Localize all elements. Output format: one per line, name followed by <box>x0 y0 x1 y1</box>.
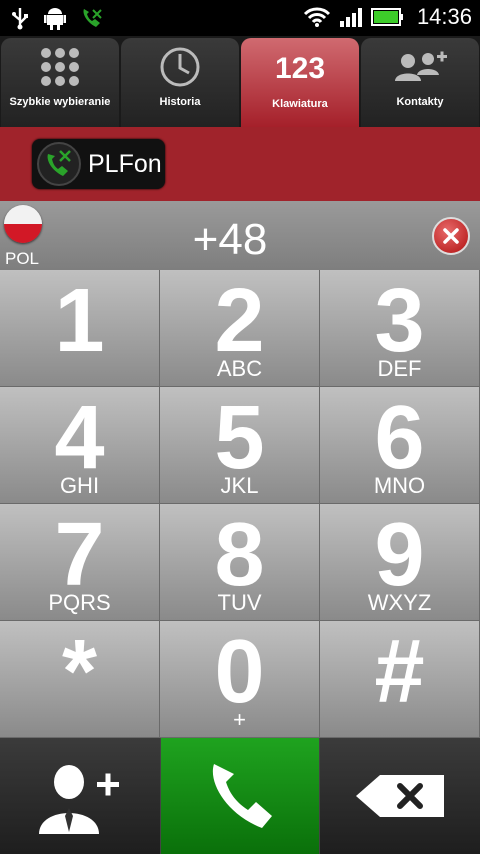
tab-label: Historia <box>159 96 201 108</box>
key-letters: TUV <box>217 590 262 615</box>
key-letters: DEF <box>377 356 422 381</box>
key-digit: 9 <box>374 505 425 605</box>
tab-label: Szybkie wybieranie <box>9 96 111 108</box>
status-bar: 14:36 <box>0 0 480 36</box>
tab-contacts[interactable]: Kontakty <box>361 38 479 127</box>
clock-icon <box>160 47 200 87</box>
key-digit: 2 <box>214 271 265 371</box>
key-letters: + <box>233 707 246 732</box>
battery-icon <box>370 8 403 26</box>
key-star[interactable]: * <box>0 621 160 738</box>
android-debug-icon <box>44 8 66 30</box>
signal-icon <box>339 8 362 27</box>
key-0[interactable]: 0 + <box>160 621 320 738</box>
add-contact-icon <box>39 765 119 834</box>
key-digit: 7 <box>54 505 105 605</box>
keypad: 1 2 ABC 3 DEF 4 GHI 5 JKL 6 MNO 7 PQRS 8 TUV 9W… <box>0 270 480 738</box>
keypad-tab-icon: 123 <box>274 52 326 85</box>
key-9[interactable]: 9 WXYZ <box>320 504 480 621</box>
backspace-button[interactable] <box>320 738 480 854</box>
key-4[interactable]: 4 GHI <box>0 387 160 504</box>
key-5[interactable]: 5 JKL <box>160 387 320 504</box>
tab-speed-dial[interactable]: Szybkie wybieranie <box>1 38 119 127</box>
plfon-logo: PLFon <box>32 139 165 189</box>
key-hash[interactable]: # <box>320 621 480 738</box>
phone-status-icon <box>83 9 102 27</box>
key-digit: 6 <box>374 388 425 488</box>
action-bar <box>0 738 480 854</box>
phone-icon <box>212 764 272 828</box>
key-letters: ABC <box>216 356 263 381</box>
key-digit: 1 <box>54 271 105 371</box>
key-7[interactable]: 7 PQRS <box>0 504 160 621</box>
contacts-icon <box>395 51 447 81</box>
call-button[interactable] <box>160 738 320 854</box>
clear-number-button[interactable] <box>432 217 470 255</box>
key-letters: JKL <box>220 473 259 498</box>
grid-icon <box>41 48 79 86</box>
brand-label: PLFon <box>88 149 162 178</box>
key-digit: 4 <box>54 388 105 488</box>
tab-label: Klawiatura <box>272 98 328 110</box>
key-digit: 5 <box>214 388 265 488</box>
tab-bar: Szybkie wybieranie Historia 123 Klawiatu… <box>0 36 480 127</box>
backspace-icon <box>356 775 444 817</box>
key-1[interactable]: 1 <box>0 270 160 387</box>
dialed-number: +48 <box>192 215 268 264</box>
tab-keypad[interactable]: 123 Klawiatura <box>241 38 359 127</box>
plfon-phone-icon <box>37 142 81 186</box>
key-8[interactable]: 8 TUV <box>160 504 320 621</box>
status-time: 14:36 <box>416 4 472 29</box>
tab-history[interactable]: Historia <box>121 38 239 127</box>
add-contact-button[interactable] <box>0 738 160 854</box>
close-icon <box>443 228 459 244</box>
usb-icon <box>12 8 28 30</box>
key-letters: WXYZ <box>367 590 432 615</box>
key-digit: 0 <box>214 622 265 722</box>
key-2[interactable]: 2 ABC <box>160 270 320 387</box>
key-digit: 8 <box>214 505 265 605</box>
wifi-icon <box>303 7 330 27</box>
key-letters: GHI <box>59 473 100 498</box>
tab-label: Kontakty <box>396 96 444 108</box>
key-digit: 3 <box>374 271 425 371</box>
key-digit: * <box>61 622 98 722</box>
key-3[interactable]: 3 DEF <box>320 270 480 387</box>
key-letters: PQRS <box>48 590 111 615</box>
key-letters: MNO <box>373 473 426 498</box>
key-6[interactable]: 6 MNO <box>320 387 480 504</box>
key-digit: # <box>374 622 425 722</box>
